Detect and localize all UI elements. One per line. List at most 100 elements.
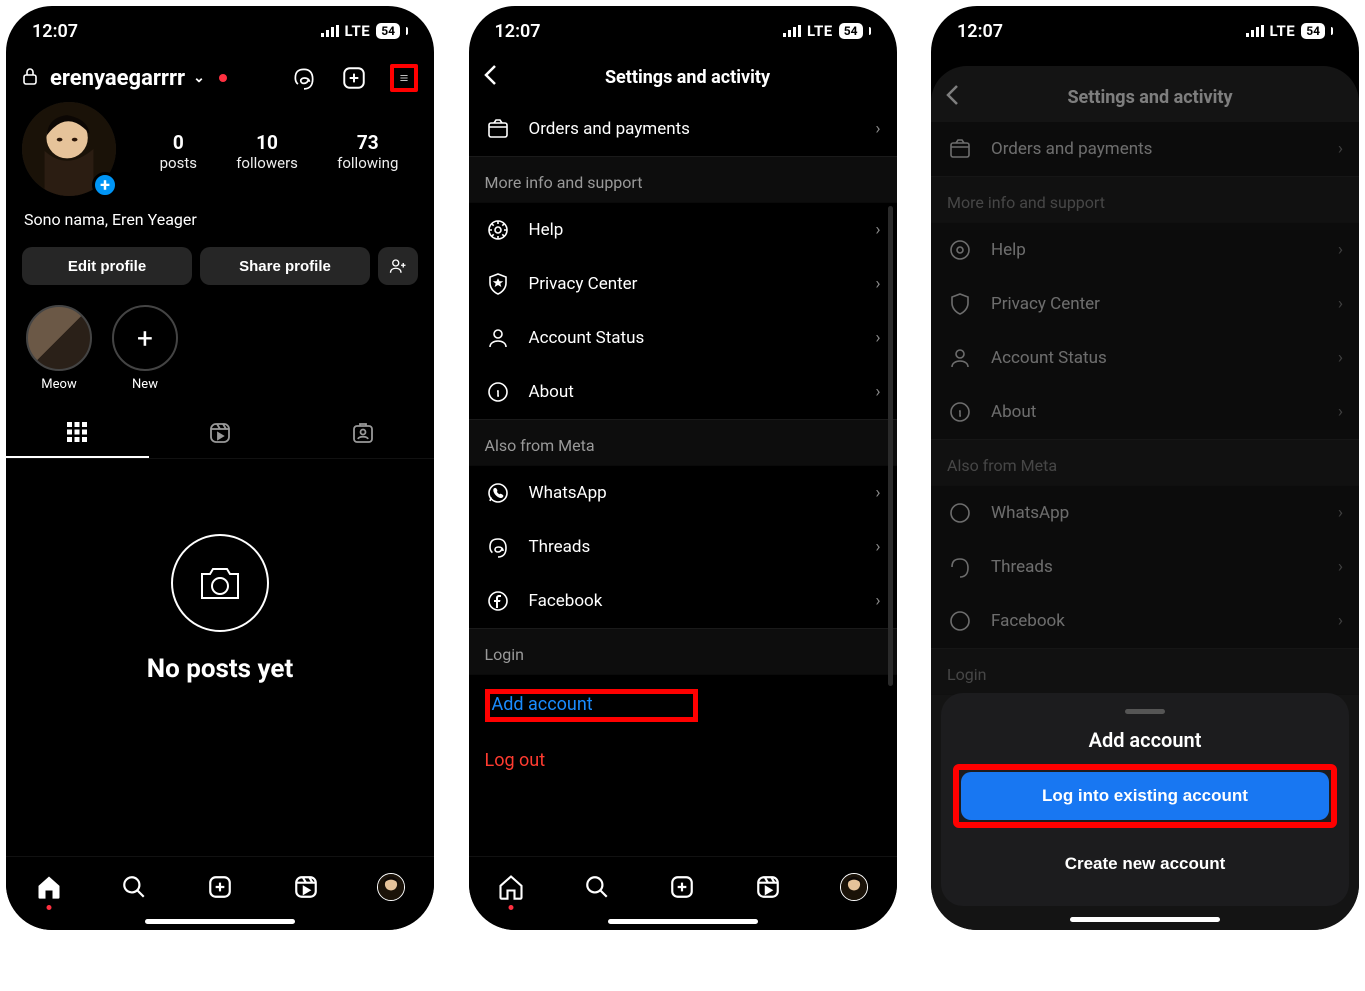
add-account-sheet: Add account Log into existing account Cr…: [941, 693, 1349, 906]
no-posts-placeholder: No posts yet: [6, 459, 434, 759]
item-privacy[interactable]: Privacy Center ›: [469, 257, 897, 311]
tab-reels[interactable]: [149, 408, 292, 458]
nav-reels-icon[interactable]: [291, 872, 321, 902]
screen-settings: 12:07 LTE 54 Settings and activity Order…: [469, 6, 897, 930]
battery-level: 54: [1301, 23, 1325, 39]
network-label: LTE: [345, 22, 371, 40]
nav-profile-icon[interactable]: [839, 872, 869, 902]
item-logout[interactable]: Log out: [469, 736, 897, 785]
username-switcher[interactable]: erenyaegarrrr ⌄: [50, 66, 278, 91]
screen-profile: 12:07 LTE 54 erenyaegarrrr ⌄: [6, 6, 434, 930]
settings-list: Orders and payments › More info and supp…: [469, 102, 897, 785]
create-new-account-button[interactable]: Create new account: [953, 840, 1337, 888]
profile-tabs: [6, 408, 434, 459]
item-about[interactable]: About ›: [469, 365, 897, 419]
chevron-right-icon: ›: [875, 274, 880, 294]
chevron-right-icon: ›: [875, 537, 880, 557]
lock-icon: [22, 67, 38, 89]
stat-posts[interactable]: 0 posts: [160, 131, 197, 172]
highlight-new[interactable]: + New: [112, 305, 178, 392]
orders-icon: [485, 116, 511, 142]
item-threads[interactable]: Threads ›: [469, 520, 897, 574]
edit-profile-button[interactable]: Edit profile: [22, 247, 192, 285]
username-text: erenyaegarrrr: [50, 66, 185, 91]
sheet-title: Add account: [953, 726, 1337, 752]
hamburger-menu-button[interactable]: [390, 64, 418, 92]
item-whatsapp: WhatsApp›: [931, 486, 1359, 540]
nav-home-dot-icon: [46, 905, 51, 910]
home-indicator-icon: [608, 919, 758, 924]
item-help: Help›: [931, 223, 1359, 277]
chevron-right-icon: ›: [875, 483, 880, 503]
item-add-account[interactable]: Add account: [469, 675, 897, 736]
settings-title: Settings and activity: [493, 67, 883, 88]
item-threads: Threads›: [931, 540, 1359, 594]
nav-home-icon[interactable]: [496, 872, 526, 902]
signal-icon: [321, 25, 339, 37]
chevron-down-icon: ⌄: [193, 70, 205, 86]
threads-icon: [485, 534, 511, 560]
camera-icon: [171, 534, 269, 632]
settings-title: Settings and activity: [955, 87, 1345, 108]
add-story-badge-icon[interactable]: +: [92, 172, 118, 198]
header-icons: [290, 64, 418, 92]
item-facebook[interactable]: Facebook ›: [469, 574, 897, 628]
status-bar: 12:07 LTE 54: [6, 6, 434, 52]
item-orders[interactable]: Orders and payments ›: [469, 102, 897, 156]
item-about: About›: [931, 385, 1359, 439]
tab-grid[interactable]: [6, 408, 149, 458]
screen-add-account-sheet: 12:07 LTE 54 Settings and activity Order…: [931, 6, 1359, 930]
stat-following[interactable]: 73 following: [337, 131, 398, 172]
nav-home-dot-icon: [509, 905, 514, 910]
nav-search-icon[interactable]: [582, 872, 612, 902]
network-label: LTE: [1270, 22, 1296, 40]
whatsapp-icon: [485, 480, 511, 506]
stat-followers[interactable]: 10 followers: [236, 131, 298, 172]
highlight-meow[interactable]: Meow: [26, 305, 92, 392]
section-support: More info and support: [469, 156, 897, 203]
tab-tagged[interactable]: [291, 408, 434, 458]
threads-icon[interactable]: [290, 64, 318, 92]
person-icon: [485, 325, 511, 351]
item-privacy: Privacy Center›: [931, 277, 1359, 331]
clock: 12:07: [495, 21, 541, 42]
scroll-indicator-icon: [888, 206, 893, 686]
battery-cap-icon: [869, 27, 871, 35]
chevron-right-icon: ›: [875, 382, 880, 402]
info-icon: [485, 379, 511, 405]
nav-create-icon[interactable]: [667, 872, 697, 902]
item-account-status[interactable]: Account Status ›: [469, 311, 897, 365]
login-existing-highlight: Log into existing account: [953, 764, 1337, 828]
nav-search-icon[interactable]: [119, 872, 149, 902]
bio-text: Sono nama, Eren Yeager: [6, 200, 434, 239]
avatar[interactable]: +: [22, 102, 120, 200]
clock: 12:07: [32, 21, 78, 42]
nav-create-icon[interactable]: [205, 872, 235, 902]
item-whatsapp[interactable]: WhatsApp ›: [469, 466, 897, 520]
item-help[interactable]: Help ›: [469, 203, 897, 257]
signal-icon: [1246, 25, 1264, 37]
notification-dot-icon: [219, 74, 227, 82]
shield-icon: [485, 271, 511, 297]
nav-profile-icon[interactable]: [376, 872, 406, 902]
battery-level: 54: [376, 23, 400, 39]
profile-stats-row: + 0 posts 10 followers 73 following: [6, 102, 434, 200]
section-meta: Also from Meta: [931, 439, 1359, 486]
share-profile-button[interactable]: Share profile: [200, 247, 370, 285]
status-right: LTE 54: [321, 22, 408, 40]
facebook-icon: [485, 588, 511, 614]
nav-reels-icon[interactable]: [753, 872, 783, 902]
sheet-grabber-icon[interactable]: [1125, 709, 1165, 714]
item-orders: Orders and payments ›: [931, 122, 1359, 176]
login-existing-button[interactable]: Log into existing account: [961, 772, 1329, 820]
status-bar: 12:07 LTE 54: [931, 6, 1359, 52]
nav-home-icon[interactable]: [34, 872, 64, 902]
settings-header: Settings and activity: [469, 52, 897, 102]
clock: 12:07: [957, 21, 1003, 42]
create-icon[interactable]: [340, 64, 368, 92]
chevron-right-icon: ›: [875, 591, 880, 611]
section-login: Login: [469, 628, 897, 675]
discover-people-button[interactable]: [378, 247, 418, 285]
battery-level: 54: [839, 23, 863, 39]
battery-cap-icon: [1331, 27, 1333, 35]
